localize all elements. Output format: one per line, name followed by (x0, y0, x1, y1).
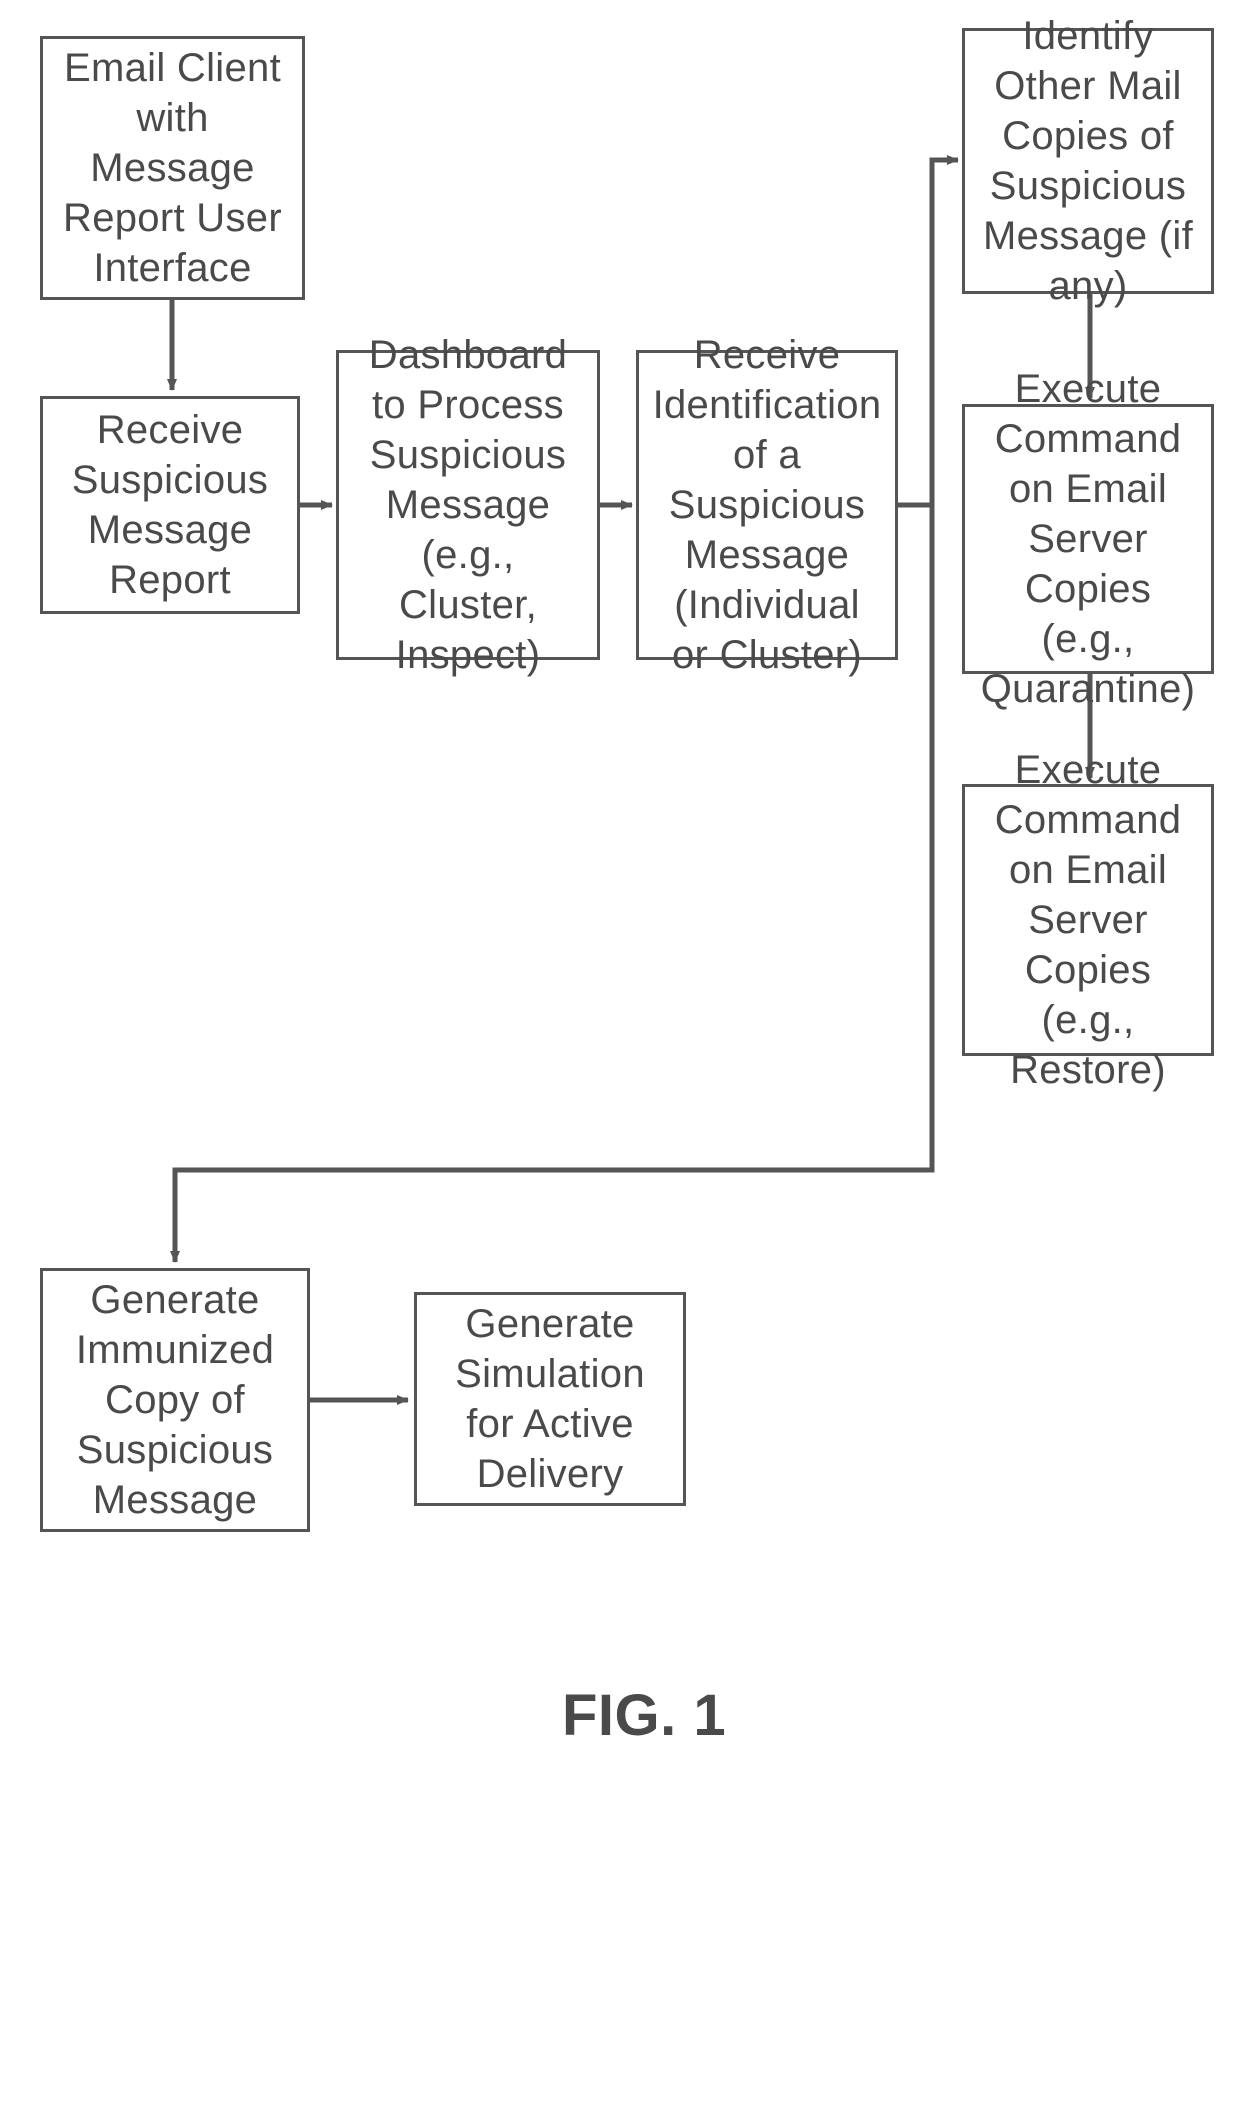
box-text: Receive Suspicious Message Report (55, 405, 285, 605)
box-text: Generate Immunized Copy of Suspicious Me… (55, 1275, 295, 1525)
box-identify-copies: Identify Other Mail Copies of Suspicious… (962, 28, 1214, 294)
box-generate-immunized: Generate Immunized Copy of Suspicious Me… (40, 1268, 310, 1532)
box-text: Dashboard to Process Suspicious Message … (351, 330, 585, 680)
figure-caption: FIG. 1 (562, 1682, 726, 1749)
box-dashboard: Dashboard to Process Suspicious Message … (336, 350, 600, 660)
box-text: Identify Other Mail Copies of Suspicious… (977, 11, 1199, 311)
box-exec-restore: Execute Command on Email Server Copies (… (962, 784, 1214, 1056)
box-email-client: Email Client with Message Report User In… (40, 36, 305, 300)
box-text: Email Client with Message Report User In… (55, 43, 290, 293)
box-text: Execute Command on Email Server Copies (… (977, 364, 1199, 714)
diagram-canvas: Email Client with Message Report User In… (0, 0, 1240, 2126)
box-generate-simulation: Generate Simulation for Active Delivery (414, 1292, 686, 1506)
box-receive-report: Receive Suspicious Message Report (40, 396, 300, 614)
box-receive-identification: Receive Identification of a Suspicious M… (636, 350, 898, 660)
box-text: Receive Identification of a Suspicious M… (651, 330, 883, 680)
caption-text: FIG. 1 (562, 1683, 726, 1748)
box-text: Generate Simulation for Active Delivery (429, 1299, 671, 1499)
box-exec-quarantine: Execute Command on Email Server Copies (… (962, 404, 1214, 674)
box-text: Execute Command on Email Server Copies (… (977, 745, 1199, 1095)
